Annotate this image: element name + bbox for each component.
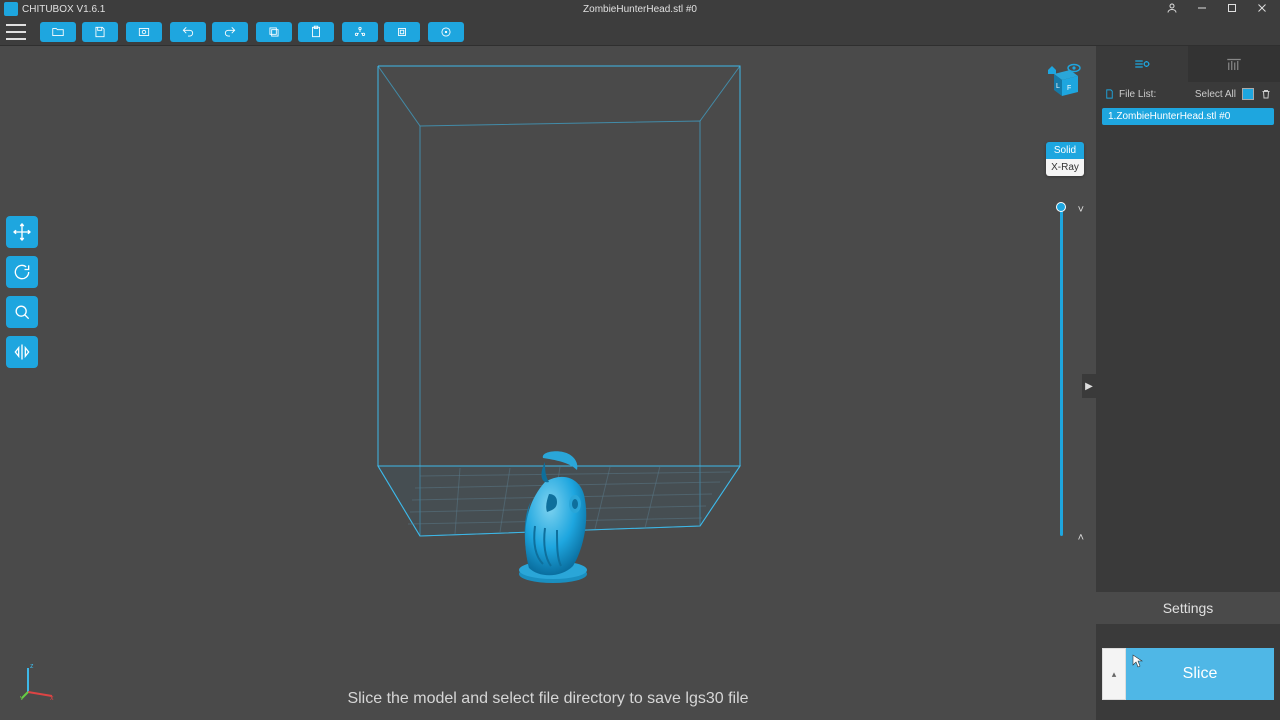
tab-settings[interactable] — [1096, 46, 1188, 82]
app-name: CHITUBOX V1.6.1 — [22, 4, 105, 15]
slice-button-label: Slice — [1183, 665, 1218, 683]
select-all-checkbox[interactable] — [1242, 88, 1254, 100]
axis-y-label: y — [20, 695, 24, 700]
close-button[interactable] — [1256, 2, 1268, 17]
view-mode-solid[interactable]: Solid — [1046, 142, 1084, 159]
maximize-button[interactable] — [1226, 2, 1238, 17]
layer-slider-bottom-chevron[interactable]: ˄ — [1078, 532, 1084, 544]
cursor-icon — [1132, 654, 1144, 671]
rotate-tool[interactable] — [6, 256, 38, 288]
axis-z-label: z — [30, 663, 34, 670]
file-list-label: File List: — [1119, 89, 1156, 100]
axis-x-label: x — [50, 695, 54, 700]
layer-slider[interactable]: ˅ ˄ — [1058, 206, 1064, 536]
right-panel: File List: Select All 1.ZombieHunterHead… — [1096, 46, 1280, 720]
window-controls — [1166, 2, 1280, 17]
toolbar — [0, 18, 1280, 46]
paste-button[interactable] — [298, 22, 334, 42]
mirror-tool[interactable] — [6, 336, 38, 368]
slice-dropdown[interactable]: ▴ — [1102, 648, 1126, 700]
layer-slider-top-chevron[interactable]: ˅ — [1078, 204, 1084, 216]
home-icon[interactable] — [1048, 66, 1056, 74]
model-mesh[interactable] — [505, 446, 600, 586]
view-mode-xray[interactable]: X-Ray — [1046, 159, 1084, 176]
user-icon[interactable] — [1166, 2, 1178, 17]
document-title: ZombieHunterHead.stl #0 — [583, 4, 697, 15]
save-button[interactable] — [82, 22, 118, 42]
panel-expand-toggle[interactable]: ▶ — [1082, 374, 1096, 398]
move-tool[interactable] — [6, 216, 38, 248]
dig-hole-button[interactable] — [428, 22, 464, 42]
scale-tool[interactable] — [6, 296, 38, 328]
auto-layout-button[interactable] — [342, 22, 378, 42]
panel-tabs — [1096, 46, 1280, 82]
file-icon — [1104, 88, 1115, 100]
svg-text:L: L — [1056, 83, 1060, 90]
redo-button[interactable] — [212, 22, 248, 42]
view-mode-toggle: Solid X-Ray — [1046, 142, 1084, 176]
slice-row: ▴ Slice — [1102, 648, 1274, 700]
file-list-item[interactable]: 1.ZombieHunterHead.stl #0 — [1102, 108, 1274, 125]
hollow-button[interactable] — [384, 22, 420, 42]
settings-button[interactable]: Settings — [1096, 592, 1280, 624]
toolbar-group-file — [40, 22, 118, 42]
open-folder-button[interactable] — [40, 22, 76, 42]
layer-slider-handle[interactable] — [1056, 202, 1066, 212]
title-bar: CHITUBOX V1.6.1 ZombieHunterHead.stl #0 — [0, 0, 1280, 18]
view-cube[interactable]: L F — [1044, 62, 1084, 102]
screenshot-button[interactable] — [126, 22, 162, 42]
transform-tools — [6, 216, 38, 368]
copy-button[interactable] — [256, 22, 292, 42]
select-all-label: Select All — [1195, 89, 1236, 100]
undo-button[interactable] — [170, 22, 206, 42]
eye-icon[interactable] — [1068, 65, 1080, 72]
app-icon — [4, 2, 18, 16]
hint-text: Slice the model and select file director… — [347, 690, 748, 708]
viewport-3d[interactable]: z x y L F Solid X-Ray — [0, 46, 1096, 720]
tab-supports[interactable] — [1188, 46, 1280, 82]
delete-icon[interactable] — [1260, 88, 1272, 100]
slice-button[interactable]: Slice — [1126, 648, 1274, 700]
menu-button[interactable] — [6, 24, 26, 40]
minimize-button[interactable] — [1196, 2, 1208, 17]
svg-text:F: F — [1067, 85, 1071, 92]
axis-gizmo: z x y — [20, 660, 60, 700]
file-list-header: File List: Select All — [1096, 82, 1280, 106]
